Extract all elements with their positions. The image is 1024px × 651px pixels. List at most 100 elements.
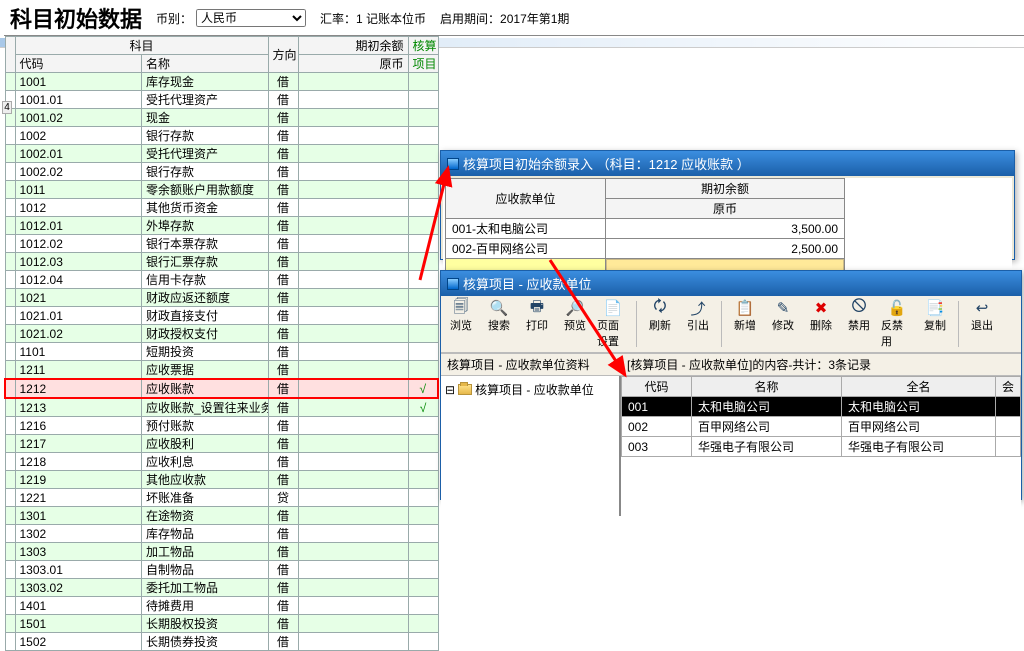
account-row[interactable]: 1216预付账款借 <box>5 417 438 435</box>
edit-button[interactable]: ✎修改 <box>767 299 799 349</box>
cell-balance[interactable] <box>298 253 408 271</box>
account-row[interactable]: 1021财政应返还额度借 <box>5 289 438 307</box>
account-row[interactable]: 1302库存物品借 <box>5 525 438 543</box>
cell-balance[interactable] <box>298 181 408 199</box>
cell-balance[interactable] <box>298 633 408 651</box>
account-row[interactable]: 1401待摊费用借 <box>5 597 438 615</box>
account-row[interactable]: 1303加工物品借 <box>5 543 438 561</box>
account-row[interactable]: 1217应收股利借 <box>5 435 438 453</box>
copy-button[interactable]: 📑复制 <box>919 299 951 349</box>
cell-balance[interactable] <box>298 343 408 361</box>
refresh-button[interactable]: 🗘刷新 <box>644 299 676 349</box>
account-row[interactable]: 1219其他应收款借 <box>5 471 438 489</box>
grid-pane[interactable]: 代码 名称 全名 会 001太和电脑公司太和电脑公司002百甲网络公司百甲网络公… <box>621 376 1021 516</box>
cell-balance[interactable] <box>298 91 408 109</box>
balance-entry-window[interactable]: 核算项目初始余额录入 （科目：1212 应收账款 ） 应收款单位 期初余额 原币… <box>440 150 1015 260</box>
currency-dropdown[interactable]: 人民币 <box>196 9 306 27</box>
cell-balance[interactable] <box>298 525 408 543</box>
cell-balance[interactable] <box>298 361 408 380</box>
item-manage-window[interactable]: 核算项目 - 应收款单位 🗐浏览🔍搜索🖶打印🔎预览📄页面设置 🗘刷新⤴引出 📋新增✎… <box>440 270 1022 500</box>
browse-button[interactable]: 🗐浏览 <box>445 299 477 349</box>
cell-balance[interactable] <box>298 73 408 91</box>
print-button[interactable]: 🖶打印 <box>521 299 553 349</box>
cell-balance[interactable] <box>298 507 408 525</box>
cell-balance[interactable] <box>298 127 408 145</box>
unit-row[interactable]: 003华强电子有限公司华强电子有限公司 <box>622 437 1021 457</box>
account-row[interactable]: 1221坏账准备贷 <box>5 489 438 507</box>
cell-amount[interactable]: 3,500.00 <box>606 219 845 239</box>
cell-balance[interactable] <box>298 489 408 507</box>
account-row[interactable]: 1212应收账款借√ <box>5 379 438 398</box>
cell-balance[interactable] <box>298 398 408 417</box>
unit-grid[interactable]: 代码 名称 全名 会 001太和电脑公司太和电脑公司002百甲网络公司百甲网络公… <box>621 376 1021 457</box>
account-row[interactable]: 1101短期投资借 <box>5 343 438 361</box>
cell-balance[interactable] <box>298 453 408 471</box>
cell-balance[interactable] <box>298 307 408 325</box>
account-row[interactable]: 1001库存现金借 <box>5 73 438 91</box>
cell-balance[interactable] <box>298 109 408 127</box>
cell-balance[interactable] <box>298 271 408 289</box>
cell-name: 外埠存款 <box>142 217 269 235</box>
account-row[interactable]: 1002.01受托代理资产借 <box>5 145 438 163</box>
account-row[interactable]: 1012.02银行本票存款借 <box>5 235 438 253</box>
cell-amount[interactable]: 2,500.00 <box>606 239 845 259</box>
delete-button[interactable]: ✖删除 <box>805 299 837 349</box>
cell-dir: 借 <box>268 453 298 471</box>
cell-balance[interactable] <box>298 543 408 561</box>
account-row[interactable]: 1001.01受托代理资产借 <box>5 91 438 109</box>
tree-pane[interactable]: ⊟ 核算项目 - 应收款单位 <box>441 376 621 516</box>
account-row[interactable]: 1213应收账款_设置往来业务核算借√ <box>5 398 438 417</box>
account-row[interactable]: 1211应收票据借 <box>5 361 438 380</box>
unit-row[interactable]: 002百甲网络公司百甲网络公司 <box>622 417 1021 437</box>
account-row[interactable]: 1002银行存款借 <box>5 127 438 145</box>
cell-balance[interactable] <box>298 145 408 163</box>
cell-balance[interactable] <box>298 579 408 597</box>
export-button[interactable]: ⤴引出 <box>682 299 714 349</box>
unit-row[interactable]: 001太和电脑公司太和电脑公司 <box>622 397 1021 417</box>
cell-balance[interactable] <box>298 471 408 489</box>
cell-balance[interactable] <box>298 325 408 343</box>
account-row[interactable]: 1021.01财政直接支付借 <box>5 307 438 325</box>
account-row[interactable]: 1001.02现金借 <box>5 109 438 127</box>
cell-balance[interactable] <box>298 597 408 615</box>
account-row[interactable]: 1021.02财政授权支付借 <box>5 325 438 343</box>
cell-balance[interactable] <box>298 217 408 235</box>
account-row[interactable]: 1011零余额账户用款额度借 <box>5 181 438 199</box>
account-row[interactable]: 1012其他货币资金借 <box>5 199 438 217</box>
tree-root-item[interactable]: ⊟ 核算项目 - 应收款单位 <box>445 380 615 399</box>
balance-entry-table[interactable]: 应收款单位 期初余额 原币 001-太和电脑公司3,500.00002-百甲网络… <box>445 178 845 276</box>
cell-dir: 借 <box>268 525 298 543</box>
account-row[interactable]: 1501长期股权投资借 <box>5 615 438 633</box>
item-window-titlebar[interactable]: 核算项目 - 应收款单位 <box>441 271 1021 296</box>
account-row[interactable]: 1502长期债券投资借 <box>5 633 438 651</box>
account-row[interactable]: 1218应收利息借 <box>5 453 438 471</box>
cell-balance[interactable] <box>298 561 408 579</box>
account-row[interactable]: 1002.02银行存款借 <box>5 163 438 181</box>
account-row[interactable]: 1012.01外埠存款借 <box>5 217 438 235</box>
cell-balance[interactable] <box>298 615 408 633</box>
balance-row[interactable]: 002-百甲网络公司2,500.00 <box>446 239 845 259</box>
cell-balance[interactable] <box>298 163 408 181</box>
page-setup-button[interactable]: 📄页面设置 <box>597 299 629 349</box>
disable-button[interactable]: 🛇禁用 <box>843 299 875 349</box>
account-row[interactable]: 1301在途物资借 <box>5 507 438 525</box>
cell-balance[interactable] <box>298 199 408 217</box>
cell-balance[interactable] <box>298 379 408 398</box>
cell-balance[interactable] <box>298 235 408 253</box>
add-button[interactable]: 📋新增 <box>729 299 761 349</box>
search-button[interactable]: 🔍搜索 <box>483 299 515 349</box>
account-row[interactable]: 1303.02委托加工物品借 <box>5 579 438 597</box>
preview-button[interactable]: 🔎预览 <box>559 299 591 349</box>
account-row[interactable]: 1012.03银行汇票存款借 <box>5 253 438 271</box>
account-row[interactable]: 1012.04信用卡存款借 <box>5 271 438 289</box>
enable-button[interactable]: 🔓反禁用 <box>881 299 913 349</box>
account-row[interactable]: 1303.01自制物品借 <box>5 561 438 579</box>
tree-root-label: 核算项目 - 应收款单位 <box>475 381 594 398</box>
exit-button[interactable]: ↩退出 <box>966 299 998 349</box>
balance-window-titlebar[interactable]: 核算项目初始余额录入 （科目：1212 应收账款 ） <box>441 151 1014 176</box>
accounts-table[interactable]: 科目 方向 期初余额 核算 代码 名称 原币 项目 1001库存现金借1001.… <box>4 36 439 651</box>
balance-row[interactable]: 001-太和电脑公司3,500.00 <box>446 219 845 239</box>
cell-balance[interactable] <box>298 289 408 307</box>
cell-balance[interactable] <box>298 417 408 435</box>
cell-balance[interactable] <box>298 435 408 453</box>
